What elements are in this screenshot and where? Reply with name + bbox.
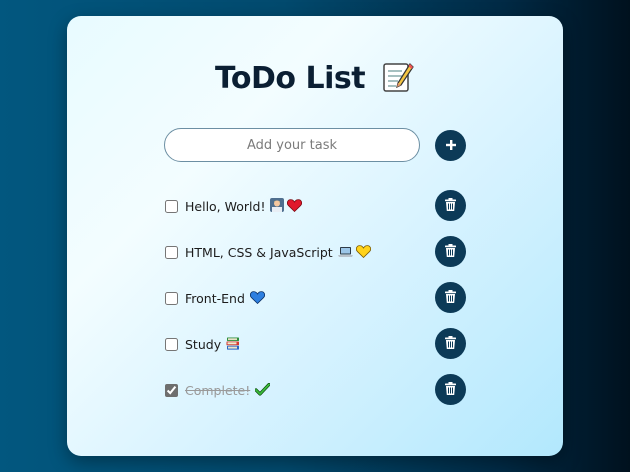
delete-task-button[interactable] [435, 236, 466, 267]
task-input[interactable] [165, 129, 419, 161]
task-label: Front-End [185, 290, 245, 306]
task-checkbox[interactable] [165, 383, 178, 397]
delete-task-button[interactable] [435, 374, 466, 405]
task-input-wrapper [164, 128, 420, 162]
task-checkbox[interactable] [165, 291, 178, 305]
task-item: Front-End [164, 275, 469, 321]
check-mark-icon [254, 381, 271, 400]
red-heart-icon [287, 197, 303, 216]
task-checkbox[interactable] [165, 337, 178, 351]
delete-task-button[interactable] [435, 328, 466, 359]
title-text: ToDo List [214, 61, 366, 96]
task-item-completed: Complete! [164, 367, 469, 413]
todo-card: ToDo List Hel [67, 16, 563, 456]
laptop-icon [337, 243, 353, 262]
trash-icon [445, 197, 456, 214]
task-checkbox[interactable] [165, 245, 178, 259]
task-item: Hello, World! [164, 183, 469, 229]
yellow-heart-icon [355, 243, 371, 262]
technologist-icon [270, 197, 285, 216]
trash-icon [445, 243, 456, 260]
task-label: Study [185, 336, 222, 352]
task-item: HTML, CSS & JavaScript [164, 229, 469, 275]
task-label: HTML, CSS & JavaScript [185, 244, 333, 260]
trash-icon [445, 381, 456, 398]
memo-icon [381, 60, 415, 102]
delete-task-button[interactable] [435, 190, 466, 221]
trash-icon [445, 289, 456, 306]
task-list: Hello, World! HTML, CSS & JavaScript Fro… [164, 183, 469, 413]
task-emoji [249, 289, 265, 308]
task-checkbox[interactable] [165, 199, 178, 213]
task-emoji [254, 381, 271, 400]
trash-icon [445, 335, 456, 352]
blue-heart-icon [249, 289, 265, 308]
task-label: Complete! [185, 382, 251, 398]
task-label: Hello, World! [185, 198, 266, 214]
delete-task-button[interactable] [435, 282, 466, 313]
task-emoji [226, 335, 240, 354]
page-title: ToDo List [67, 60, 563, 102]
add-task-button[interactable] [435, 130, 466, 161]
task-emoji [270, 197, 303, 216]
task-emoji [337, 243, 371, 262]
books-icon [226, 335, 240, 354]
plus-icon [445, 138, 456, 153]
task-item: Study [164, 321, 469, 367]
